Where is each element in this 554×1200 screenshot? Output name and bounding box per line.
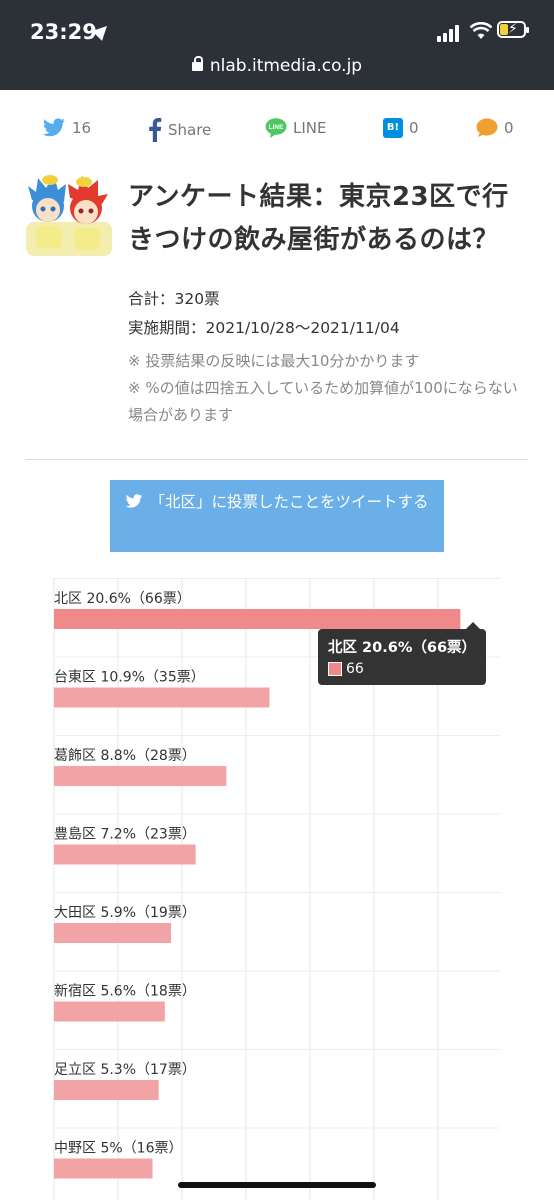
twitter-share-button[interactable]: 16 (42, 118, 91, 138)
bar[interactable] (54, 766, 227, 786)
home-indicator (178, 1182, 376, 1188)
twitter-icon (43, 118, 65, 137)
hatena-icon: B! (383, 118, 403, 138)
bar-label: 台東区 10.9%（35票） (54, 670, 205, 686)
hatena-bookmark-button[interactable]: B! 0 (383, 118, 419, 138)
chart-tooltip: 北区 20.6%（66票） 66 (318, 622, 486, 685)
facebook-share-button[interactable]: Share (148, 118, 211, 142)
tooltip-title: 北区 20.6%（66票） (328, 640, 477, 656)
note-rounding: ※ %の値は四捨五入しているため加算値が100にならない場合があります (128, 379, 518, 424)
url-text: nlab.itmedia.co.jp (209, 56, 363, 76)
bar-label: 中野区 5%（16票） (54, 1141, 182, 1157)
bar-label: 北区 20.6%（66票） (54, 591, 191, 607)
line-icon: LINE (265, 118, 287, 138)
wifi-icon (470, 22, 492, 39)
tooltip-swatch (328, 662, 342, 676)
bar[interactable] (54, 609, 461, 629)
bar-label: 大田区 5.9%（19票） (54, 905, 196, 921)
status-time: 23:29 (30, 20, 97, 44)
tweet-vote-button[interactable]: 「北区」に投票したことをツイートする (110, 480, 444, 552)
bar[interactable] (54, 1158, 153, 1179)
share-bar: 16 Share LINE LINE B! 0 0 (0, 112, 554, 152)
facebook-icon (149, 118, 162, 142)
twitter-share-count: 16 (72, 119, 92, 137)
divider (26, 459, 528, 460)
bar-label: 足立区 5.3%（17票） (54, 1062, 196, 1078)
cellular-signal-icon (437, 24, 463, 42)
facebook-share-label: Share (168, 121, 212, 139)
vote-total: 合計：320票 (128, 290, 220, 308)
poll-period: 実施期間：2021/10/28〜2021/11/04 (128, 319, 400, 337)
bar[interactable] (54, 844, 196, 865)
url-bar[interactable]: nlab.itmedia.co.jp (0, 56, 554, 76)
note-reflection-delay: ※ 投票結果の反映には最大10分かかります (128, 352, 420, 370)
bar-label: 葛飾区 8.8%（28票） (54, 748, 196, 764)
svg-text:LINE: LINE (269, 124, 284, 131)
comment-count: 0 (504, 119, 514, 137)
bar-label: 豊島区 7.2%（23票） (54, 827, 196, 843)
line-share-button[interactable]: LINE LINE (265, 118, 326, 138)
mascot-illustration (26, 175, 112, 256)
article-title: アンケート結果：東京23区で行きつけの飲み屋街があるのは？ (128, 182, 509, 255)
bar-label: 新宿区 5.6%（18票） (54, 983, 196, 1000)
twitter-icon (126, 494, 143, 508)
tooltip-value: 66 (346, 661, 364, 677)
browser-top-bar: 23:29 ⚡ nlab.itmedia.co.jp (0, 0, 554, 90)
tweet-vote-label: 「北区」に投票したことをツイートする (149, 493, 429, 511)
bar[interactable] (54, 923, 171, 943)
tooltip-row: 66 (328, 661, 476, 677)
comment-button[interactable]: 0 (476, 118, 514, 138)
battery-charging-icon: ⚡ (497, 21, 529, 38)
comment-icon (476, 118, 498, 137)
bar[interactable] (54, 1080, 159, 1100)
line-share-label: LINE (293, 119, 327, 137)
hatena-bookmark-count: 0 (409, 119, 419, 137)
bar[interactable] (54, 1001, 165, 1022)
lock-icon (191, 56, 203, 71)
bar[interactable] (54, 687, 270, 708)
